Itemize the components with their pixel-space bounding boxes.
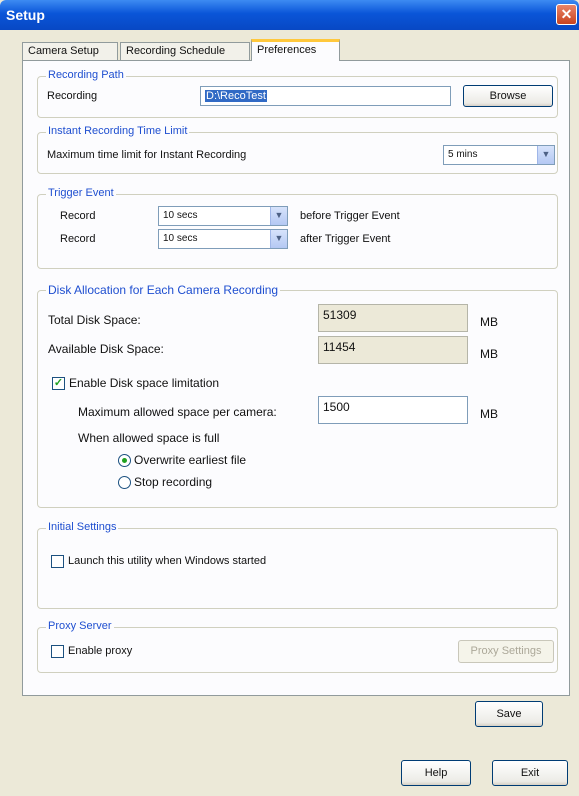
trigger-event-group: Trigger Event Record 10 secs ▼ before Tr… bbox=[37, 187, 558, 269]
after-trigger-select[interactable]: 10 secs ▼ bbox=[158, 229, 288, 249]
preferences-panel: Recording Path Recording D:\RecoTest Bro… bbox=[22, 60, 570, 696]
proxy-server-group: Proxy Server Enable proxy Proxy Settings bbox=[37, 620, 558, 673]
after-trigger-label: after Trigger Event bbox=[300, 233, 391, 245]
stop-recording-radio[interactable] bbox=[118, 476, 131, 489]
instant-limit-label: Maximum time limit for Instant Recording bbox=[47, 149, 247, 161]
max-space-label: Maximum allowed space per camera: bbox=[78, 405, 277, 419]
exit-button[interactable]: Exit bbox=[492, 760, 568, 786]
after-trigger-value: 10 secs bbox=[163, 233, 198, 244]
window-title: Setup bbox=[6, 7, 45, 23]
before-trigger-label: before Trigger Event bbox=[300, 210, 400, 222]
recording-path-field[interactable]: D:\RecoTest bbox=[200, 86, 451, 106]
initial-settings-group: Initial Settings Launch this utility whe… bbox=[37, 521, 558, 609]
chevron-down-icon: ▼ bbox=[537, 146, 554, 164]
overwrite-earliest-radio[interactable] bbox=[118, 454, 131, 467]
close-button[interactable]: ✕ bbox=[556, 4, 577, 25]
when-full-label: When allowed space is full bbox=[78, 431, 220, 445]
tab-camera-setup[interactable]: Camera Setup bbox=[22, 42, 118, 61]
total-disk-label: Total Disk Space: bbox=[48, 313, 141, 327]
browse-button[interactable]: Browse bbox=[463, 85, 553, 107]
disk-allocation-legend: Disk Allocation for Each Camera Recordin… bbox=[46, 283, 281, 297]
total-disk-unit: MB bbox=[480, 315, 498, 329]
trigger-record-label-2: Record bbox=[60, 233, 96, 245]
max-space-unit: MB bbox=[480, 407, 498, 421]
enable-proxy-label: Enable proxy bbox=[68, 645, 133, 657]
recording-path-value: D:\RecoTest bbox=[205, 90, 267, 102]
chevron-down-icon: ▼ bbox=[270, 207, 287, 225]
enable-proxy-checkbox[interactable] bbox=[51, 645, 64, 658]
proxy-server-legend: Proxy Server bbox=[46, 620, 114, 632]
enable-disk-limit-label: Enable Disk space limitation bbox=[69, 376, 220, 390]
total-disk-field: 51309 bbox=[318, 304, 468, 332]
instant-limit-select[interactable]: 5 mins ▼ bbox=[443, 145, 555, 165]
available-disk-label: Available Disk Space: bbox=[48, 342, 164, 356]
recording-path-legend: Recording Path bbox=[46, 69, 126, 81]
checkmark-icon: ✓ bbox=[53, 377, 64, 389]
tab-preferences[interactable]: Preferences bbox=[251, 39, 340, 61]
help-button[interactable]: Help bbox=[401, 760, 471, 786]
proxy-settings-button[interactable]: Proxy Settings bbox=[458, 640, 554, 663]
available-disk-field: 11454 bbox=[318, 336, 468, 364]
chevron-down-icon: ▼ bbox=[270, 230, 287, 248]
instant-limit-value: 5 mins bbox=[448, 149, 478, 160]
recording-path-label: Recording bbox=[47, 90, 98, 102]
before-trigger-select[interactable]: 10 secs ▼ bbox=[158, 206, 288, 226]
recording-path-group: Recording Path Recording D:\RecoTest Bro… bbox=[37, 69, 558, 118]
initial-settings-legend: Initial Settings bbox=[46, 521, 119, 533]
launch-on-startup-label: Launch this utility when Windows started bbox=[68, 555, 267, 567]
launch-on-startup-checkbox[interactable] bbox=[51, 555, 64, 568]
before-trigger-value: 10 secs bbox=[163, 210, 198, 221]
tab-recording-schedule[interactable]: Recording Schedule bbox=[120, 42, 250, 61]
available-disk-unit: MB bbox=[480, 347, 498, 361]
enable-disk-limit-checkbox[interactable]: ✓ bbox=[52, 377, 65, 390]
setup-window: Setup ✕ Camera Setup Recording Schedule … bbox=[0, 0, 579, 796]
instant-limit-group: Instant Recording Time Limit Maximum tim… bbox=[37, 125, 558, 174]
trigger-event-legend: Trigger Event bbox=[46, 187, 116, 199]
trigger-record-label-1: Record bbox=[60, 210, 96, 222]
close-icon: ✕ bbox=[560, 6, 573, 22]
stop-recording-label: Stop recording bbox=[134, 475, 213, 489]
title-bar[interactable]: Setup ✕ bbox=[0, 0, 579, 30]
instant-limit-legend: Instant Recording Time Limit bbox=[46, 125, 190, 137]
disk-allocation-group: Disk Allocation for Each Camera Recordin… bbox=[37, 283, 558, 508]
save-button[interactable]: Save bbox=[475, 701, 543, 727]
overwrite-earliest-label: Overwrite earliest file bbox=[134, 453, 247, 467]
max-space-field[interactable]: 1500 bbox=[318, 396, 468, 424]
